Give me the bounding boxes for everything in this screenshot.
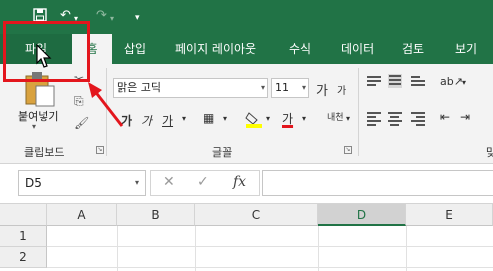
tab-data[interactable]: 데이터: [341, 34, 374, 64]
annotation-arrow-icon: [88, 82, 124, 127]
phonetic-dropdown-icon[interactable]: ▾: [346, 114, 350, 123]
paste-label[interactable]: 붙여넣기: [18, 108, 58, 124]
border-icon[interactable]: ▦: [203, 111, 214, 125]
cancel-icon[interactable]: ✕: [163, 174, 175, 190]
gridline: [195, 226, 196, 271]
select-all-corner[interactable]: [0, 204, 47, 226]
font-color-button[interactable]: 가: [282, 110, 293, 127]
tab-insert[interactable]: 삽입: [124, 34, 146, 64]
row-header-1[interactable]: 1: [0, 226, 47, 247]
font-launcher-icon[interactable]: ↘: [344, 146, 352, 154]
column-header-c[interactable]: C: [195, 204, 318, 226]
phonetic-guide-button[interactable]: 내천: [327, 110, 344, 123]
copy-icon[interactable]: ⎘: [74, 94, 84, 109]
align-right-icon[interactable]: [411, 112, 425, 126]
tab-formulas[interactable]: 수식: [289, 34, 311, 64]
font-name-dropdown-icon[interactable]: ▾: [261, 79, 265, 97]
formula-bar-buttons: ✕ ✓ fx: [150, 170, 260, 196]
shrink-font-button[interactable]: 가: [337, 82, 346, 97]
increase-indent-icon[interactable]: ⇥: [460, 110, 470, 124]
name-box-value: D5: [25, 176, 42, 190]
row-header-2[interactable]: 2: [0, 247, 47, 268]
column-header-a[interactable]: A: [47, 204, 117, 226]
clipboard-group-label: 클립보드: [24, 146, 65, 159]
customize-qat-icon[interactable]: ▾: [135, 10, 140, 26]
border-dropdown-icon[interactable]: ▾: [223, 114, 227, 123]
column-header-b[interactable]: B: [117, 204, 195, 226]
font-group-label: 글꼴: [212, 146, 233, 159]
font-name-combobox[interactable]: 맑은 고딕 ▾: [113, 78, 268, 98]
tab-review[interactable]: 검토: [402, 34, 424, 64]
align-bottom-icon[interactable]: [411, 76, 425, 90]
grid-row[interactable]: [47, 226, 493, 247]
column-header-e[interactable]: E: [406, 204, 493, 226]
orientation-dropdown-icon[interactable]: ▾: [462, 78, 466, 87]
name-box[interactable]: D5 ▾: [18, 170, 146, 196]
enter-icon[interactable]: ✓: [197, 174, 209, 190]
align-left-icon[interactable]: [367, 112, 381, 126]
group-divider: [358, 68, 359, 156]
grow-font-button[interactable]: 가: [316, 80, 328, 99]
font-size-dropdown-icon[interactable]: ▾: [302, 79, 306, 97]
font-size-combobox[interactable]: 11 ▾: [271, 78, 309, 98]
column-header-d[interactable]: D: [318, 204, 406, 226]
font-size-value: 11: [275, 81, 289, 94]
grid-row[interactable]: [47, 247, 493, 268]
italic-button[interactable]: 가: [141, 112, 152, 129]
clipboard-launcher-icon[interactable]: ↘: [96, 146, 104, 154]
insert-function-icon[interactable]: fx: [233, 174, 246, 190]
align-middle-icon[interactable]: [388, 74, 402, 88]
tab-page-layout[interactable]: 페이지 레이아웃: [175, 34, 256, 64]
paste-dropdown-icon[interactable]: ▾: [32, 122, 36, 131]
redo-icon[interactable]: ↷: [96, 8, 107, 24]
fill-color-icon[interactable]: [245, 110, 263, 131]
underline-button[interactable]: 가: [162, 112, 173, 129]
underline-dropdown-icon[interactable]: ▾: [182, 114, 186, 123]
orientation-icon[interactable]: ab↗: [440, 75, 463, 88]
name-box-dropdown-icon[interactable]: ▾: [135, 171, 139, 195]
formula-bar: D5 ▾ ✕ ✓ fx: [0, 164, 493, 204]
align-top-icon[interactable]: [367, 76, 381, 90]
align-center-icon[interactable]: [388, 112, 402, 126]
decrease-indent-icon[interactable]: ⇤: [440, 110, 450, 124]
redo-dropdown-icon[interactable]: ▾: [110, 11, 114, 27]
font-color-dropdown-icon[interactable]: ▾: [302, 114, 306, 123]
tab-view[interactable]: 보기: [455, 34, 477, 64]
alignment-group-label: 맞: [486, 146, 493, 159]
mouse-cursor-icon: [36, 44, 52, 68]
fill-color-dropdown-icon[interactable]: ▾: [266, 114, 270, 123]
worksheet-grid: A B C D E 1 2: [0, 204, 493, 271]
gridline: [406, 226, 407, 271]
gridline: [318, 226, 319, 271]
formula-input[interactable]: [262, 170, 493, 196]
gridline: [117, 226, 118, 271]
